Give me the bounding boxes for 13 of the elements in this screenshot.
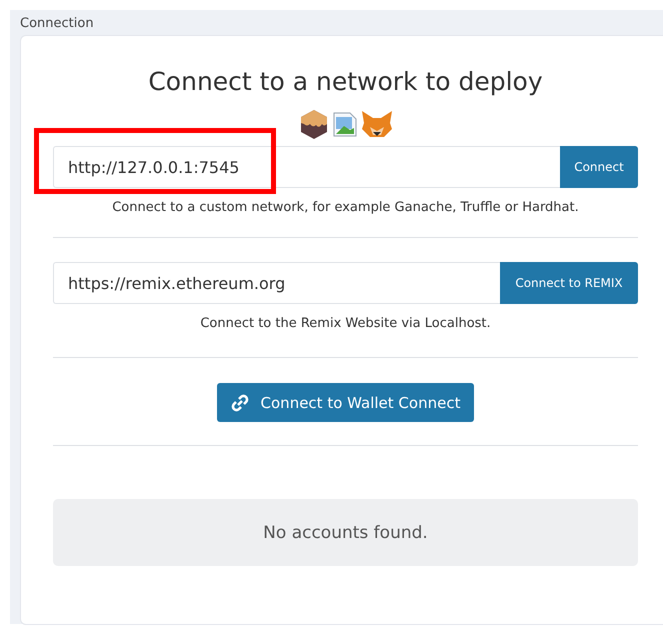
url-field[interactable]: https://remix.ethereum.org [53, 262, 500, 304]
link-icon [230, 394, 249, 412]
hint-text: Connect to a custom network, for example Ganache, Truffle or Hardhat. [111, 200, 580, 215]
url-field[interactable]: http://127.0.0.1:7545 [53, 146, 560, 188]
wallet-connect-button[interactable]: Connect to Wallet Connect [216, 383, 474, 422]
fox-icon [360, 109, 394, 139]
connect-button[interactable]: Connect [560, 146, 638, 188]
heading: Connect to a network to deploy [147, 66, 544, 98]
broken-image-icon [332, 110, 358, 138]
connect-remix-button[interactable]: Connect to REMIX [500, 262, 638, 304]
empty-accounts-message: No accounts found. [53, 499, 638, 566]
hint-text: Connect to the Remix Website via Localhost. [199, 316, 492, 331]
panel-title: Connection [20, 15, 95, 33]
